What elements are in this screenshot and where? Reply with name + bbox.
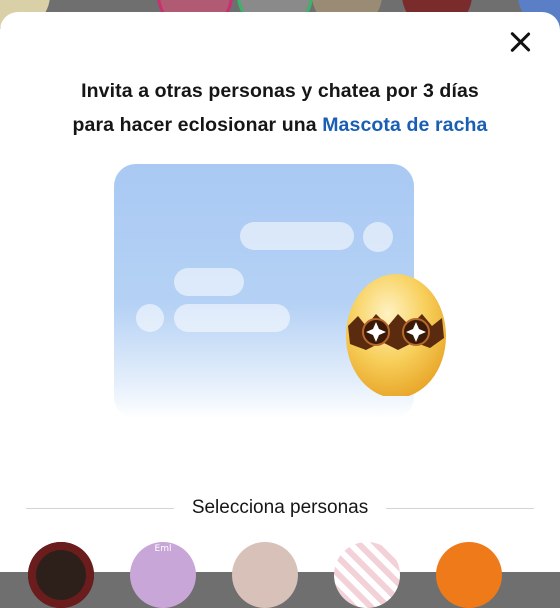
person-avatar[interactable]	[232, 542, 298, 608]
title-line-2-prefix: para hacer eclosionar una	[72, 114, 323, 136]
chat-dot	[136, 304, 164, 332]
person-avatar[interactable]	[334, 542, 400, 608]
streak-pet-link[interactable]: Mascota de racha	[322, 114, 487, 136]
egg-mascot-icon	[346, 274, 446, 396]
chat-bubble	[174, 268, 244, 296]
people-row: Eml	[0, 542, 560, 608]
divider-line-left	[26, 507, 174, 509]
chat-dot	[363, 222, 393, 252]
person-avatar[interactable]	[436, 542, 502, 608]
close-button[interactable]	[506, 28, 534, 56]
person-avatar-label: Eml	[154, 544, 172, 554]
title-line-2: para hacer eclosionar una Mascota de rac…	[0, 108, 560, 142]
dialog-title: Invita a otras personas y chatea por 3 d…	[0, 74, 560, 142]
title-line-1: Invita a otras personas y chatea por 3 d…	[81, 80, 479, 102]
select-people-label: Selecciona personas	[191, 497, 369, 518]
streak-pet-sheet: Invita a otras personas y chatea por 3 d…	[0, 12, 560, 572]
person-avatar[interactable]	[28, 542, 94, 608]
chat-illustration	[112, 164, 448, 434]
divider-line-right	[386, 507, 535, 509]
select-people-divider: Selecciona personas	[26, 496, 535, 520]
person-avatar[interactable]: Eml	[130, 542, 196, 608]
chat-bubble	[240, 222, 354, 250]
chat-bubble	[174, 304, 290, 332]
